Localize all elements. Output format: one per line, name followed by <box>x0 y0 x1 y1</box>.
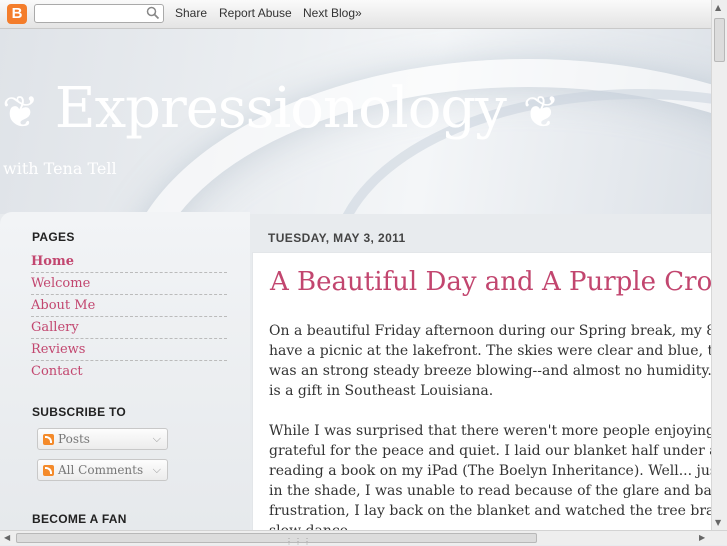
post-line: On a beautiful Friday afternoon during o… <box>269 323 712 339</box>
search-box <box>34 4 164 23</box>
post-paragraph: On a beautiful Friday afternoon during o… <box>269 321 712 401</box>
feed-icon <box>43 434 54 445</box>
scroll-down-arrow-icon[interactable]: ▼ <box>715 518 721 527</box>
feed-icon <box>43 465 54 476</box>
pages-list: Home Welcome About Me Gallery Reviews Co… <box>31 252 227 383</box>
become-fan-heading: BECOME A FAN <box>32 512 127 526</box>
subscribe-posts-label: Posts <box>58 432 90 446</box>
blogger-logo-icon[interactable]: B <box>7 4 27 24</box>
page-link-gallery[interactable]: Gallery <box>31 318 227 339</box>
blogger-navbar: B Share Report Abuse Next Blog» <box>0 0 727 29</box>
post-line: in the shade, I was unable to read becau… <box>269 483 712 499</box>
scroll-right-arrow-icon[interactable]: ▶ <box>699 533 705 542</box>
post-body: On a beautiful Friday afternoon during o… <box>269 321 712 531</box>
fleuron-icon: ❦ <box>2 87 39 138</box>
pages-heading: PAGES <box>32 230 75 244</box>
post-line: While I was surprised that there weren't… <box>269 423 712 439</box>
next-blog-link[interactable]: Next Blog» <box>303 6 362 20</box>
vertical-scrollbar-thumb[interactable] <box>714 18 725 62</box>
post-line: was an strong steady breeze blowing--and… <box>269 363 712 379</box>
post-line: frustration, I lay back on the blanket a… <box>269 503 712 519</box>
sidebar: PAGES Home Welcome About Me Gallery Revi… <box>0 212 250 530</box>
blog-title-text[interactable]: Expressionology <box>55 76 507 141</box>
scroll-left-arrow-icon[interactable]: ◀ <box>4 533 10 542</box>
post-title[interactable]: A Beautiful Day and A Purple Cross <box>270 267 712 297</box>
subscribe-posts-dropdown[interactable]: Posts ⌵ <box>37 428 168 450</box>
search-icon[interactable] <box>146 6 160 20</box>
scroll-up-arrow-icon[interactable]: ▲ <box>715 3 721 12</box>
post-line: reading a book on my iPad (The Boelyn In… <box>269 463 712 479</box>
blog-header: ❦ Expressionology ❦ with Tena Tell <box>0 29 711 214</box>
vertical-scrollbar[interactable]: ▲ ▼ <box>711 0 727 530</box>
report-abuse-link[interactable]: Report Abuse <box>219 6 292 20</box>
page-link-contact[interactable]: Contact <box>31 362 227 382</box>
post-paragraph: While I was surprised that there weren't… <box>269 421 712 531</box>
page-link-reviews[interactable]: Reviews <box>31 340 227 361</box>
page-link-home[interactable]: Home <box>31 252 227 273</box>
page-link-about-me[interactable]: About Me <box>31 296 227 317</box>
subscribe-comments-dropdown[interactable]: All Comments ⌵ <box>37 459 168 481</box>
post-line: have a picnic at the lakefront. The skie… <box>269 343 712 359</box>
chevron-down-icon: ⌵ <box>152 463 161 476</box>
blog-subtitle: with Tena Tell <box>3 159 117 178</box>
subscribe-heading: SUBSCRIBE TO <box>32 405 127 419</box>
horizontal-scrollbar-thumb[interactable]: ⋮⋮⋮ <box>16 533 537 546</box>
search-input[interactable] <box>39 6 147 23</box>
horizontal-scrollbar[interactable]: ◀ ⋮⋮⋮ ▶ <box>0 530 727 546</box>
post-line: grateful for the peace and quiet. I laid… <box>269 443 712 459</box>
blog-post: A Beautiful Day and A Purple Cross On a … <box>252 252 712 531</box>
page-link-welcome[interactable]: Welcome <box>31 274 227 295</box>
chevron-down-icon: ⌵ <box>152 432 161 445</box>
subscribe-comments-label: All Comments <box>58 463 144 477</box>
share-link[interactable]: Share <box>175 6 207 20</box>
blog-title[interactable]: ❦ Expressionology ❦ <box>2 76 560 141</box>
post-line: is a gift in Southeast Louisiana. <box>269 383 494 399</box>
fleuron-icon: ❦ <box>522 87 560 138</box>
post-date: TUESDAY, MAY 3, 2011 <box>268 231 406 245</box>
